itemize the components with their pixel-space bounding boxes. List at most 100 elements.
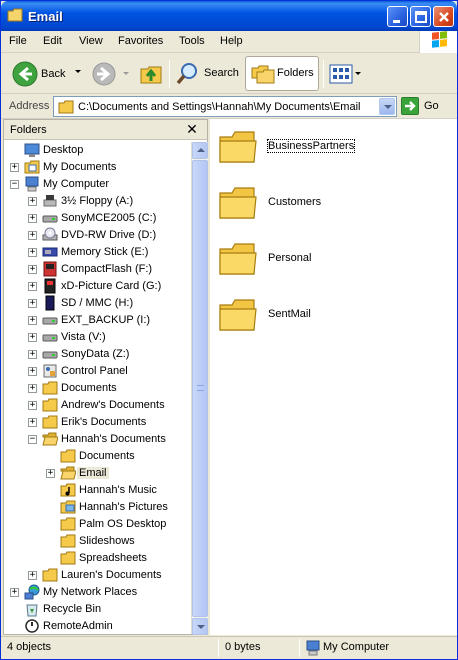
tree-item-recycle-bin[interactable]: Recycle Bin	[10, 601, 190, 618]
folders-button[interactable]: Folders	[245, 56, 319, 91]
tree-item-hannah-s-music[interactable]: Hannah's Music	[46, 482, 190, 499]
hard-drive-icon	[42, 351, 58, 359]
menu-file[interactable]: File	[9, 35, 27, 47]
hard-drive-icon	[42, 317, 58, 325]
back-button[interactable]: Back	[7, 57, 73, 91]
tree-item-palm-os-desktop[interactable]: Palm OS Desktop	[46, 516, 190, 533]
tree-item-my-documents[interactable]: + My Documents	[10, 159, 190, 176]
tree-item-andrew-s-documents[interactable]: + Andrew's Documents	[28, 397, 190, 414]
folder-item-sentmail[interactable]: SentMail	[218, 297, 448, 337]
tree-scrollbar[interactable]	[191, 142, 208, 635]
tree-item-documents[interactable]: Documents	[46, 448, 190, 465]
expand-icon[interactable]: +	[28, 248, 37, 257]
expand-icon[interactable]: +	[28, 214, 37, 223]
expand-icon[interactable]: +	[10, 163, 19, 172]
menu-favorites[interactable]: Favorites	[118, 35, 163, 47]
tree-item-desktop[interactable]: Desktop	[10, 142, 190, 159]
expand-icon[interactable]: +	[28, 299, 37, 308]
desktop-icon	[24, 143, 40, 157]
address-dropdown-button[interactable]	[379, 98, 395, 115]
go-label[interactable]: Go	[424, 100, 439, 112]
tree-item-control-panel[interactable]: + Control Panel	[28, 363, 190, 380]
back-dropdown-icon[interactable]	[75, 70, 81, 73]
back-label: Back	[41, 68, 66, 80]
folder-open-icon	[60, 466, 76, 480]
expand-icon[interactable]: +	[28, 231, 37, 240]
expand-icon[interactable]: +	[28, 384, 37, 393]
scroll-up-button[interactable]	[192, 142, 208, 159]
minimize-button[interactable]	[387, 6, 408, 27]
tree-item-sonymce2005-c[interactable]: + SonyMCE2005 (C:)	[28, 210, 190, 227]
tree-item-sonydata-z[interactable]: + SonyData (Z:)	[28, 346, 190, 363]
views-button[interactable]	[327, 60, 361, 88]
expand-icon[interactable]: +	[28, 333, 37, 342]
dvd-drive-icon	[42, 227, 58, 241]
tree-item-memory-stick-e[interactable]: + Memory Stick (E:)	[28, 244, 190, 261]
tree-item-erik-s-documents[interactable]: + Erik's Documents	[28, 414, 190, 431]
menu-tools[interactable]: Tools	[179, 35, 205, 47]
expand-icon[interactable]: +	[28, 316, 37, 325]
tree-item-my-network-places[interactable]: + My Network Places	[10, 584, 190, 601]
folders-pane-title: Folders	[10, 124, 47, 136]
close-button[interactable]	[433, 6, 454, 27]
expand-icon[interactable]: +	[28, 197, 37, 206]
window-title: Email	[28, 9, 63, 24]
tree-item-documents[interactable]: + Documents	[28, 380, 190, 397]
file-view: BusinessPartners Customers Personal SentMai…	[210, 119, 457, 635]
scroll-thumb[interactable]	[192, 160, 208, 617]
folder-item-businesspartners[interactable]: BusinessPartners	[218, 129, 448, 169]
menu-view[interactable]: View	[79, 35, 103, 47]
tree-item-remoteadmin[interactable]: RemoteAdmin	[10, 618, 190, 634]
tree-item-label: xD-Picture Card (G:)	[61, 280, 162, 292]
close-folders-pane-icon[interactable]: ✕	[184, 121, 200, 137]
scroll-down-button[interactable]	[192, 618, 208, 635]
tree-item-label: Slideshows	[79, 535, 135, 547]
folder-item-personal[interactable]: Personal	[218, 241, 448, 281]
tree-item-email[interactable]: + Email	[46, 465, 190, 482]
expand-icon[interactable]: +	[28, 418, 37, 427]
expand-icon[interactable]: +	[10, 588, 19, 597]
forward-button[interactable]	[90, 60, 118, 88]
menu-edit[interactable]: Edit	[43, 35, 62, 47]
expand-icon[interactable]: +	[28, 571, 37, 580]
menu-help[interactable]: Help	[220, 35, 243, 47]
folder-icon	[219, 299, 257, 331]
tree-item-hannah-s-documents[interactable]: − Hannah's Documents	[28, 431, 190, 448]
maximize-button[interactable]	[410, 6, 431, 27]
expand-icon[interactable]: +	[28, 401, 37, 410]
tree-item-compactflash-f[interactable]: + CompactFlash (F:)	[28, 261, 190, 278]
tree-item-dvd-rw-drive-d[interactable]: + DVD-RW Drive (D:)	[28, 227, 190, 244]
expand-icon[interactable]: +	[28, 350, 37, 359]
expand-icon[interactable]: +	[28, 265, 37, 274]
up-folder-button[interactable]	[139, 61, 165, 87]
my-documents-icon	[24, 160, 40, 174]
collapse-icon[interactable]: −	[28, 435, 37, 444]
folder-tree: Desktop + My Documents − My Computer +3½ Flop…	[4, 142, 191, 634]
tree-item-sd-mmc-h[interactable]: + SD / MMC (H:)	[28, 295, 190, 312]
tree-item-hannah-s-pictures[interactable]: Hannah's Pictures	[46, 499, 190, 516]
collapse-icon[interactable]: −	[10, 180, 19, 189]
tree-item-my-computer[interactable]: − My Computer	[10, 176, 190, 193]
tree-item-lauren-s-documents[interactable]: + Lauren's Documents	[28, 567, 190, 584]
folder-item-customers[interactable]: Customers	[218, 185, 448, 225]
tree-item-xd-picture-card-g[interactable]: + xD-Picture Card (G:)	[28, 278, 190, 295]
tree-item-label: Recycle Bin	[43, 603, 102, 615]
address-field[interactable]: C:\Documents and Settings\Hannah\My Docu…	[53, 96, 397, 117]
close-icon	[439, 12, 449, 22]
go-button[interactable]	[401, 97, 419, 115]
forward-dropdown-icon[interactable]	[123, 72, 129, 75]
expand-icon[interactable]: +	[28, 367, 37, 376]
tree-item-ext-backup-i[interactable]: + EXT_BACKUP (I:)	[28, 312, 190, 329]
tree-item-label: My Network Places	[43, 586, 138, 598]
title-bar[interactable]: Email	[1, 1, 457, 31]
search-button[interactable]: Search	[173, 57, 241, 91]
tree-item-3-floppy-a[interactable]: +3½ Floppy (A:)	[28, 193, 190, 210]
tree-item-vista-v[interactable]: + Vista (V:)	[28, 329, 190, 346]
tree-item-label: Spreadsheets	[79, 552, 147, 564]
expand-icon[interactable]: +	[46, 469, 55, 478]
chevron-up-icon	[197, 148, 205, 152]
folder-icon	[60, 551, 76, 565]
tree-item-spreadsheets[interactable]: Spreadsheets	[46, 550, 190, 567]
tree-item-slideshows[interactable]: Slideshows	[46, 533, 190, 550]
expand-icon[interactable]: +	[28, 282, 37, 291]
